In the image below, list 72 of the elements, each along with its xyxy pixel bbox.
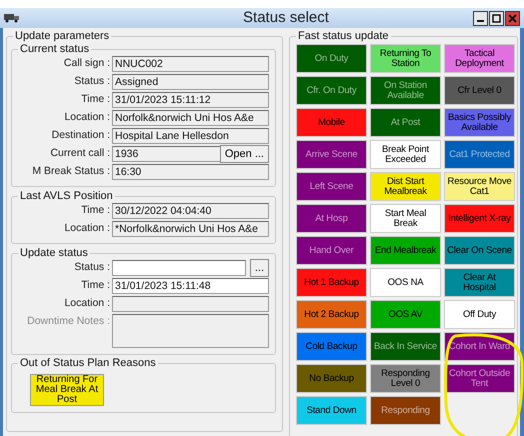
status-button[interactable]: Tactical Deployment xyxy=(444,44,515,73)
status-button[interactable]: Back In Service xyxy=(370,332,441,361)
input-field[interactable]: 30/12/2022 04:04:40 xyxy=(112,202,269,219)
field-label: Time : xyxy=(80,278,111,293)
group-title: Out of Status Plan Reasons xyxy=(19,357,157,370)
status-button[interactable]: Hot 1 Backup xyxy=(296,268,367,297)
status-button[interactable]: Cohort Outside Tent xyxy=(444,364,515,393)
maximize-icon xyxy=(492,14,501,22)
field-button[interactable]: Open ... xyxy=(220,145,269,163)
input-field[interactable]: 31/01/2023 15:11:12 xyxy=(112,92,269,108)
status-button[interactable]: Basics Possibly Available xyxy=(444,108,515,137)
status-button[interactable]: Clear At Hospital xyxy=(444,268,515,297)
window-title: Status select xyxy=(242,8,330,28)
status-button[interactable]: Off Duty xyxy=(444,300,515,329)
status-button[interactable]: Mobile xyxy=(296,108,367,137)
field-label: Location : xyxy=(63,220,111,236)
status-button[interactable]: Responding Level 0 xyxy=(370,364,441,393)
input-field[interactable]: 16:30 xyxy=(112,164,269,180)
input-field[interactable]: 1936 xyxy=(112,146,221,162)
status-button[interactable]: Left Scene xyxy=(296,172,367,201)
field-label: Downtime Notes : xyxy=(26,314,111,328)
status-button[interactable]: Resource Move Cat1 xyxy=(444,172,515,201)
reason-button[interactable]: Returning For Meal Break At Post xyxy=(30,374,104,406)
status-button[interactable]: End Mealbreak xyxy=(370,236,441,265)
status-button[interactable]: Cfr. On Duty xyxy=(296,76,367,105)
minimize-icon xyxy=(477,20,484,22)
status-button[interactable]: Hand Over xyxy=(296,236,367,265)
status-button[interactable]: Intelligent X-ray xyxy=(444,204,515,233)
group-title: Current status xyxy=(19,43,90,56)
status-button[interactable]: Clear On Scene xyxy=(444,236,515,265)
minimize-button[interactable] xyxy=(473,10,488,26)
group-title: Update parameters xyxy=(14,30,110,43)
input-field[interactable]: 31/01/2023 15:11:48 xyxy=(112,278,269,294)
field-label: Location : xyxy=(63,110,111,126)
status-button[interactable]: Break Point Exceeded xyxy=(370,140,441,169)
field-label: Time : xyxy=(80,92,111,108)
status-button[interactable]: Hot 2 Backup xyxy=(296,300,367,329)
field-label: Location : xyxy=(63,296,111,311)
input-field[interactable]: Assigned xyxy=(112,74,269,90)
status-button[interactable]: At Post xyxy=(370,108,441,137)
status-button[interactable]: Responding xyxy=(370,396,441,425)
status-button[interactable]: Start Meal Break xyxy=(370,204,441,233)
close-icon xyxy=(508,14,517,22)
status-button[interactable]: On Duty xyxy=(296,44,367,73)
field-label: Time : xyxy=(80,202,111,218)
field-label: Call sign : xyxy=(62,56,111,72)
input-field[interactable]: NNUC002 xyxy=(112,56,269,72)
status-button[interactable]: Returning To Station xyxy=(370,44,441,73)
close-button[interactable] xyxy=(505,10,520,26)
field-label: Current call : xyxy=(49,146,111,162)
field-label: Status : xyxy=(73,74,111,90)
status-button[interactable]: OOS AV xyxy=(370,300,441,329)
status-button[interactable]: On Station Available xyxy=(370,76,441,105)
input-field[interactable] xyxy=(112,260,246,276)
field-label: Destination : xyxy=(50,128,111,144)
status-button[interactable]: Stand Down xyxy=(296,396,367,425)
status-button[interactable]: OOS NA xyxy=(370,268,441,297)
group-title: Update status xyxy=(19,246,89,260)
status-button[interactable]: At Hosp xyxy=(296,204,367,233)
field-label: M Break Status : xyxy=(31,164,111,180)
input-field[interactable]: Norfolk&norwich Uni Hos A&e xyxy=(112,110,269,126)
field-button[interactable]: ... xyxy=(250,258,269,276)
group-title: Fast status update xyxy=(297,30,390,43)
status-button[interactable]: Cold Backup xyxy=(296,332,367,361)
input-field[interactable]: *Norfolk&norwich Uni Hos A&e xyxy=(112,220,269,237)
maximize-button[interactable] xyxy=(489,10,504,26)
field-label: Status : xyxy=(73,260,111,275)
input-field[interactable]: Hospital Lane Hellesdon xyxy=(112,128,269,144)
status-button[interactable]: Dist Start Mealbreak xyxy=(370,172,441,201)
status-button[interactable]: Arrive Scene xyxy=(296,140,367,169)
group-title: Last AVLS Position xyxy=(19,190,114,203)
input-field[interactable] xyxy=(112,296,269,312)
